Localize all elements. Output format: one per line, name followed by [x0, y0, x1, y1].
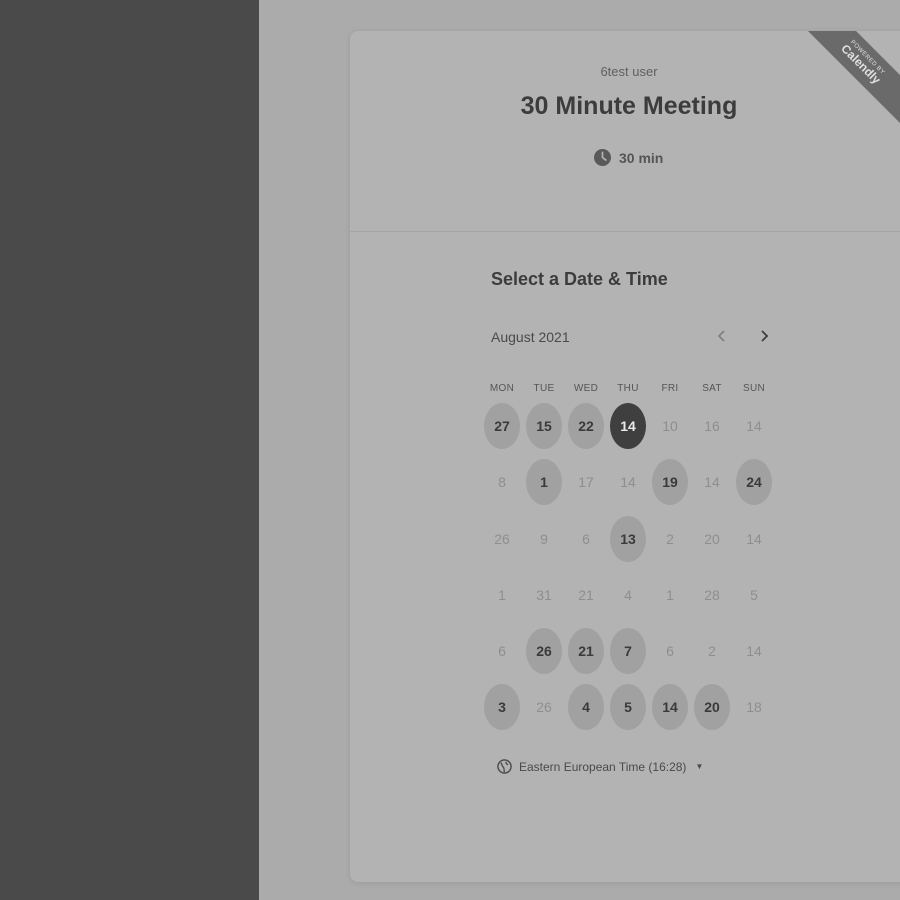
- powered-by-badge[interactable]: POWERED BY Calendly: [800, 31, 900, 125]
- day-cell: 16: [704, 418, 720, 434]
- powered-by-ribbon[interactable]: POWERED BY Calendly: [800, 31, 900, 125]
- weekday-label: FRI: [661, 383, 679, 394]
- caret-down-icon: ▼: [695, 762, 704, 771]
- day-cell: 31: [536, 587, 552, 603]
- chevron-left-icon: [717, 330, 725, 342]
- day-cell: 5: [750, 587, 758, 603]
- weekday-label: WED: [573, 383, 599, 394]
- weekday-label: MON: [489, 383, 515, 394]
- day-cell: 6: [582, 531, 590, 547]
- chevron-right-icon: [761, 330, 769, 342]
- day-cell-available[interactable]: 3: [484, 684, 520, 730]
- weekday-label: SUN: [742, 383, 765, 394]
- day-cell-available[interactable]: 5: [610, 684, 646, 730]
- day-cell-available[interactable]: 13: [610, 516, 646, 562]
- section-title: Select a Date & Time: [491, 269, 668, 289]
- day-cell-available[interactable]: 4: [568, 684, 604, 730]
- day-cell-available[interactable]: 14: [652, 684, 688, 730]
- day-cell: 14: [746, 418, 762, 434]
- day-cell-available[interactable]: 24: [736, 459, 772, 505]
- day-cell: 14: [620, 474, 636, 490]
- next-month-button[interactable]: [751, 323, 777, 349]
- day-cell: 6: [498, 643, 506, 659]
- day-cell-available[interactable]: 27: [484, 403, 520, 449]
- booking-card: 6test user 30 Minute Meeting 30 min POWE…: [350, 31, 900, 882]
- day-cell-available[interactable]: 19: [652, 459, 688, 505]
- month-label: August 2021: [491, 329, 570, 345]
- day-cell-available[interactable]: 22: [568, 403, 604, 449]
- day-cell: 26: [536, 699, 552, 715]
- day-cell: 14: [746, 531, 762, 547]
- day-cell-available[interactable]: 1: [526, 459, 562, 505]
- day-cell: 21: [578, 587, 594, 603]
- weekday-label: TUE: [533, 383, 555, 394]
- day-cell-available[interactable]: 26: [526, 628, 562, 674]
- duration-row: 30 min: [594, 149, 663, 166]
- duration-label: 30 min: [619, 149, 664, 166]
- day-cell: 1: [666, 587, 674, 603]
- day-cell: 18: [746, 699, 762, 715]
- day-cell: 6: [666, 643, 674, 659]
- day-cell: 2: [666, 531, 674, 547]
- timezone-selector[interactable]: Eastern European Time (16:28) ▼: [497, 759, 703, 774]
- day-cell: 10: [662, 418, 678, 434]
- day-cell: 17: [578, 474, 594, 490]
- weekday-label: THU: [617, 383, 639, 394]
- day-cell: 2: [708, 643, 716, 659]
- prev-month-button[interactable]: [709, 323, 735, 349]
- left-panel: [0, 0, 259, 900]
- day-cell-available[interactable]: 15: [526, 403, 562, 449]
- day-cell: 1: [498, 587, 506, 603]
- day-cell: 26: [494, 531, 510, 547]
- day-cell: 8: [498, 474, 506, 490]
- day-cell: 14: [704, 474, 720, 490]
- day-cell-available[interactable]: 7: [610, 628, 646, 674]
- day-cell-available[interactable]: 21: [568, 628, 604, 674]
- day-cell: 9: [540, 531, 548, 547]
- day-cell: 28: [704, 587, 720, 603]
- day-cell-available[interactable]: 20: [694, 684, 730, 730]
- day-cell-selected[interactable]: 14: [610, 403, 646, 449]
- day-cell: 4: [624, 587, 632, 603]
- day-cell: 20: [704, 531, 720, 547]
- weekday-label: SAT: [702, 383, 722, 394]
- globe-icon: [497, 759, 512, 774]
- day-cell: 14: [746, 643, 762, 659]
- clock-icon: [594, 149, 611, 166]
- timezone-label: Eastern European Time (16:28): [519, 759, 687, 774]
